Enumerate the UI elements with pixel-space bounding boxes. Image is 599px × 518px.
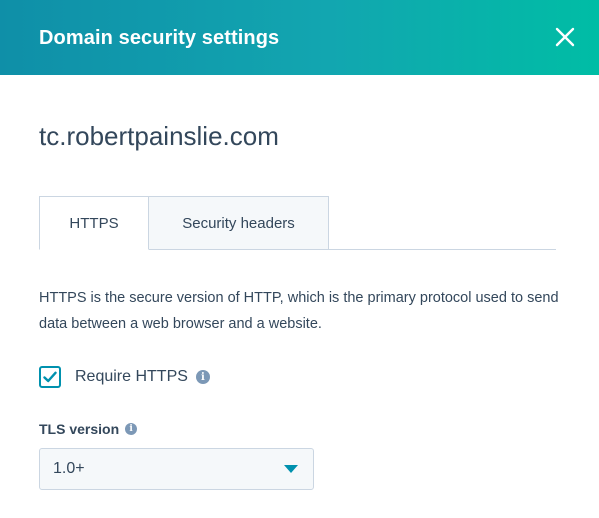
tab-label: Security headers	[182, 214, 295, 232]
require-https-checkbox[interactable]	[39, 366, 61, 388]
close-button[interactable]	[550, 22, 580, 52]
tab-https[interactable]: HTTPS	[39, 196, 149, 250]
https-description: HTTPS is the secure version of HTTP, whi…	[39, 290, 559, 332]
info-icon[interactable]: i	[125, 423, 138, 435]
caret-down-icon	[284, 465, 298, 473]
require-https-row: Require HTTPS i	[39, 365, 210, 389]
dialog-title: Domain security settings	[39, 27, 280, 49]
settings-tabs: HTTPS Security headers	[39, 196, 556, 250]
domain-name: tc.robertpainslie.com	[39, 121, 279, 151]
tls-version-label-row: TLS version i	[39, 420, 138, 438]
tab-label: HTTPS	[69, 214, 119, 232]
require-https-label: Require HTTPS	[75, 368, 188, 385]
tls-version-label: TLS version	[39, 421, 120, 437]
close-icon	[555, 27, 575, 47]
info-icon[interactable]: i	[195, 370, 210, 384]
tls-version-select[interactable]: 1.0+	[39, 448, 314, 490]
tls-version-value: 1.0+	[53, 460, 85, 477]
tab-security-headers[interactable]: Security headers	[148, 196, 329, 250]
checkmark-icon	[43, 371, 57, 383]
dialog-header: Domain security settings	[0, 0, 599, 75]
